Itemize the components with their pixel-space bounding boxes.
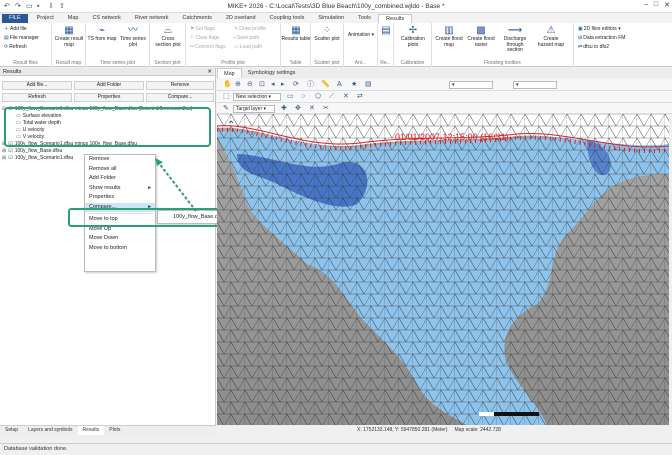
map-view[interactable]: 01/01/2007 12:15:00 (16/31) ⌃ [217,114,669,425]
left-bottom-tabs: Setup Layers and symbols Results Plots [0,425,216,435]
select-rectangle-icon[interactable]: ▭ [287,93,294,101]
map-toolbar-2: ⬚ New selection ▾ ▭ ○ ⬠ ⟋ ✕ ⇄ [217,91,672,103]
delete-icon[interactable]: ✕ [309,105,315,113]
move-icon[interactable]: ✥ [295,105,301,113]
document-tabs: Map Symbology settings [217,68,672,78]
label-icon[interactable]: A [337,81,342,89]
refresh-map-icon[interactable]: ⟳ [293,81,299,89]
bookmark-icon[interactable]: ★ [351,81,357,89]
mesh-grid [217,114,669,425]
scale-bar-segment [479,412,494,416]
invert-selection-icon[interactable]: ⇄ [357,93,363,101]
clear-selection-icon[interactable]: ✕ [343,93,349,101]
map-toolbar-1: ✋ ⊕ ⊖ ⊡ ◂ ▸ ⟳ ⓘ 📏 A ★ ▤ ▾ ▾ [217,79,672,91]
map-layer-select[interactable]: ▾ [513,81,557,89]
add-vertex-icon[interactable]: ✚ [281,105,287,113]
north-arrow-icon: ⌃ [227,120,235,131]
select-polygon-icon[interactable]: ⬠ [315,93,321,101]
map-scale: Map scale: 2442.728 [454,427,501,433]
tab-layers-and-symbols[interactable]: Layers and symbols [23,426,77,435]
new-selection-select[interactable]: New selection ▾ [233,93,281,101]
map-status-bar: X: 1752133.148, Y: 5947850.281 (Meter) M… [217,425,672,435]
select-line-icon[interactable]: ⟋ [329,93,334,101]
tab-symbology-settings[interactable]: Symbology settings [242,68,302,78]
tab-plots[interactable]: Plots [104,426,125,435]
mesh-map[interactable]: 01/01/2007 12:15:00 (16/31) ⌃ [217,114,669,425]
tab-results-panel[interactable]: Results [77,426,105,435]
map-toolbar-3: ✎ Target layer ▾ ✚ ✥ ✕ ✂ [217,103,672,114]
zoom-in-icon[interactable]: ⊕ [235,81,241,89]
status-message: Database validation done. [4,446,68,452]
zoom-out-icon[interactable]: ⊖ [247,81,253,89]
select-icon[interactable]: ⬚ [223,93,230,101]
zoom-extent-icon[interactable]: ⊡ [259,81,265,89]
status-bar: Database validation done. [0,443,672,455]
layer-list-icon[interactable]: ▤ [365,81,372,89]
edit-icon[interactable]: ✎ [223,105,229,113]
map-timestamp: 01/01/2007 12:15:00 (16/31) [395,132,509,142]
select-circle-icon[interactable]: ○ [301,93,305,101]
map-scale-select[interactable]: ▾ [449,81,493,89]
tab-setup[interactable]: Setup [0,426,23,435]
pan-icon[interactable]: ✋ [223,81,232,89]
measure-icon[interactable]: 📏 [321,81,330,89]
previous-extent-icon[interactable]: ◂ [271,81,275,89]
next-extent-icon[interactable]: ▸ [281,81,285,89]
map-coordinates: X: 1752133.148, Y: 5947850.281 (Meter) [357,427,448,433]
target-layer-select[interactable]: Target layer ▾ [233,105,275,113]
identify-icon[interactable]: ⓘ [307,81,314,89]
split-icon[interactable]: ✂ [323,105,329,113]
tab-map-view[interactable]: Map [217,68,242,78]
